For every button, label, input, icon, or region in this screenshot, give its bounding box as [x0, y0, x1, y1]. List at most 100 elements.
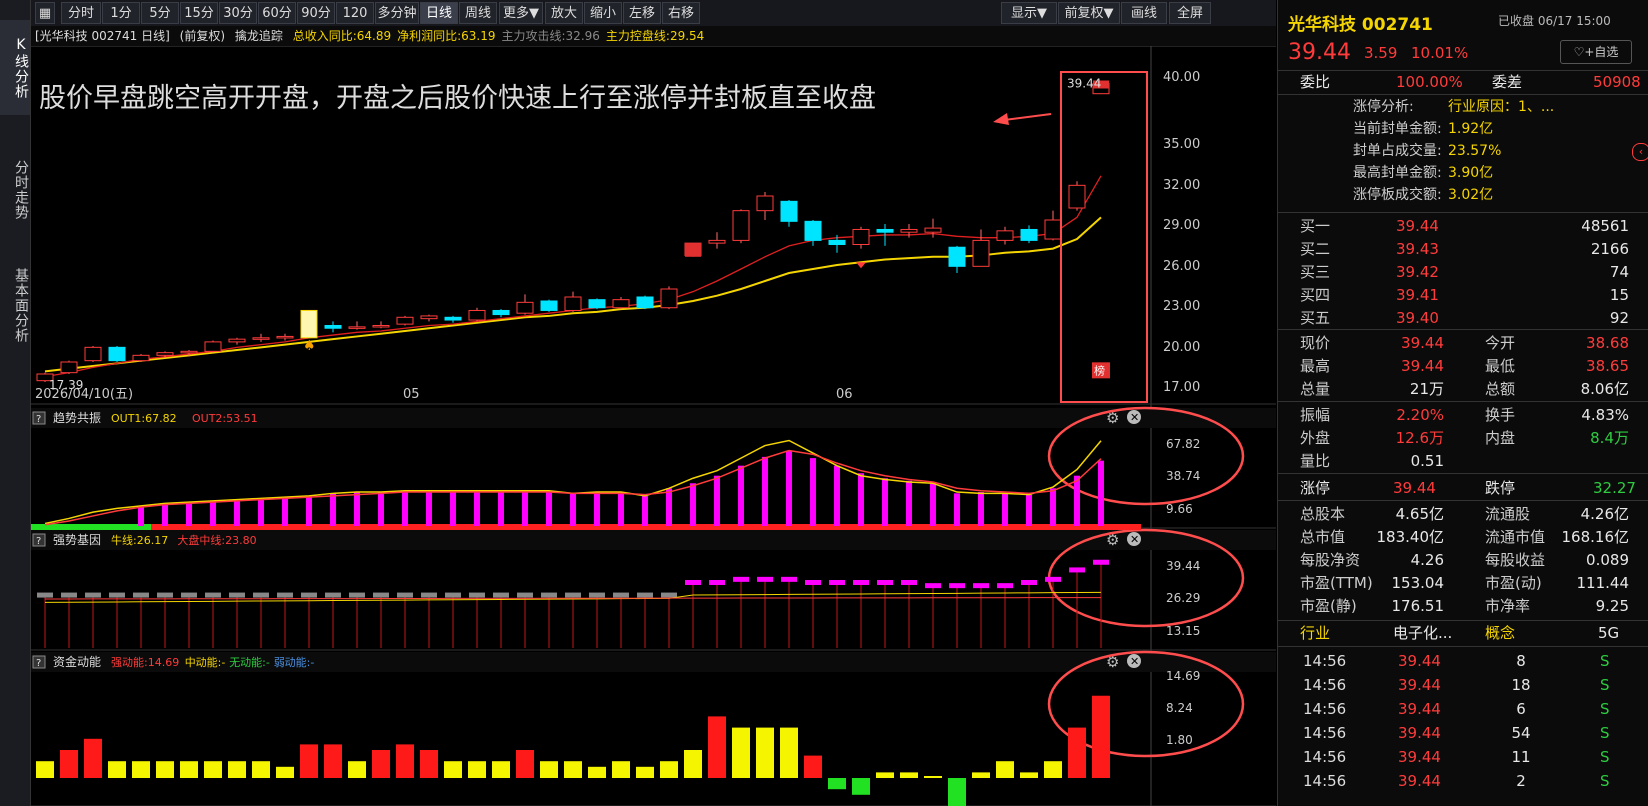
heart-icon: ♡: [1573, 45, 1585, 59]
fund-bar: [1044, 761, 1062, 778]
fund-bar: [756, 727, 774, 778]
strong-bar: [397, 592, 413, 598]
grid-icon[interactable]: ▦: [35, 2, 55, 24]
candle-body: [1068, 184, 1086, 209]
candle-body: [420, 315, 438, 320]
period-button-4[interactable]: 30分: [219, 2, 257, 24]
fund-bar: [828, 778, 846, 790]
price-change: 3.59: [1364, 44, 1398, 62]
fund-bar: [732, 727, 750, 778]
period-button-7[interactable]: 120分: [336, 2, 374, 43]
chevron-left-icon[interactable]: ‹: [1632, 143, 1648, 161]
period-button-10[interactable]: 周线: [459, 2, 497, 24]
indicator-name: 擒龙追踪: [234, 29, 283, 43]
add-watchlist-button[interactable]: ♡+自选: [1560, 40, 1632, 64]
period-button-13[interactable]: 缩小: [584, 2, 622, 24]
candle-body: [828, 239, 846, 245]
stat-row: 市盈(TTM) 153.04 市盈(动) 111.44: [1278, 572, 1648, 594]
stat-row: 振幅 2.20% 换手 4.83%: [1278, 404, 1648, 426]
strong-bar: [517, 592, 533, 598]
tick-side: S: [1600, 772, 1610, 790]
candle-body: [132, 354, 150, 362]
strong-bar: [133, 592, 149, 598]
toolbar-right-1[interactable]: 前复权▼: [1058, 2, 1120, 24]
limit-info-value: 行业原因：1、...: [1448, 99, 1555, 115]
toolbar-right-2[interactable]: 画线: [1121, 2, 1167, 24]
fund-bar: [876, 772, 894, 778]
indicator-axis-0-1: 38.74: [1166, 469, 1200, 483]
stat-value: 153.04: [1391, 574, 1445, 592]
candle-body: [588, 299, 606, 309]
fund-bar: [204, 761, 222, 778]
stat-label-2: 市净率: [1485, 597, 1531, 615]
period-button-11[interactable]: 更多▼: [499, 2, 543, 24]
tab-minute[interactable]: 分时走势: [0, 140, 30, 240]
industry-value[interactable]: 电子化...: [1393, 622, 1452, 644]
webi-label: 委比: [1300, 73, 1331, 91]
concept-value[interactable]: 5G: [1598, 622, 1619, 644]
strong-bar: [253, 592, 269, 598]
stat-label-2: 流通市值: [1485, 528, 1546, 546]
period-button-5[interactable]: 60分: [258, 2, 296, 24]
toolbar: ▦ 分时1分5分15分30分60分90分120分多分钟日线周线更多▼放大缩小左移…: [31, 0, 1276, 43]
trend-bar: [162, 503, 168, 526]
stat-label: 现价: [1300, 334, 1331, 352]
stat-value: 12.6万: [1395, 429, 1444, 447]
period-button-6[interactable]: 90分: [297, 2, 335, 24]
candle-body: [180, 350, 198, 354]
main-info-bar: [光华科技 002741 日线] (前复权) 擒龙追踪 总收入同比:64.89 净…: [31, 26, 1276, 47]
fund-bar: [420, 750, 438, 778]
period-button-3[interactable]: 15分: [180, 2, 218, 24]
limit-info-row: 涨停板成交额: 3.02亿: [1278, 184, 1648, 206]
tick-side: S: [1600, 700, 1610, 718]
tick-row: 14:56 39.44 18 S: [1278, 674, 1648, 696]
industry-label[interactable]: 行业: [1300, 622, 1330, 644]
stat-label-2: 每股收益: [1485, 551, 1546, 569]
indicator-axis-1-2: 13.15: [1166, 624, 1200, 638]
period-button-8[interactable]: 多分钟: [375, 2, 419, 24]
fund-bar: [132, 761, 150, 778]
tick-row: 14:56 39.44 11 S: [1278, 746, 1648, 768]
strong-bar: [325, 592, 341, 598]
stat-row: 量比 0.51: [1278, 450, 1648, 472]
strong-bar: [1093, 559, 1109, 565]
trend-bar: [210, 500, 216, 526]
limit-up-value: 39.44: [1393, 479, 1436, 497]
bid-row: 买三 39.42 74: [1278, 261, 1648, 283]
candle-body: [204, 341, 222, 352]
bid-label: 买二: [1300, 240, 1331, 258]
period-button-9[interactable]: 日线: [420, 2, 458, 24]
fund-bar: [396, 744, 414, 778]
tab-fundamental[interactable]: 基本面分析: [0, 250, 30, 360]
strong-bar: [1045, 576, 1061, 582]
indicator-axis-0-2: 9.66: [1166, 502, 1193, 516]
period-button-1[interactable]: 1分: [102, 2, 140, 24]
fund-bar: [924, 776, 942, 778]
period-button-12[interactable]: 放大: [545, 2, 583, 24]
candle-body: [924, 227, 942, 233]
strong-bar: [661, 592, 677, 598]
candle-body: [372, 325, 390, 328]
strong-bar: [1069, 567, 1085, 573]
trend-bar: [498, 490, 504, 526]
concept-label[interactable]: 概念: [1485, 622, 1515, 644]
candle-body: [660, 288, 678, 309]
period-button-2[interactable]: 5分: [141, 2, 179, 24]
toolbar-right-3[interactable]: 全屏: [1169, 2, 1211, 24]
tab-kline[interactable]: K线分析: [0, 20, 30, 115]
limit-down-value: 32.27: [1593, 479, 1636, 497]
indicator-value-1-1: 大盘中线:23.80: [177, 533, 256, 547]
strong-bar: [181, 592, 197, 598]
period-button-14[interactable]: 左移: [623, 2, 661, 24]
period-button-15[interactable]: 右移: [662, 2, 700, 24]
candle-body: [444, 316, 462, 321]
toolbar-right-0[interactable]: 显示▼: [1001, 2, 1057, 24]
indicator-axis-1-0: 39.44: [1166, 559, 1200, 573]
candle-body: [1044, 219, 1062, 240]
period-button-0[interactable]: 分时: [61, 2, 101, 24]
strong-bar: [901, 580, 917, 585]
stat-row: 市盈(静) 176.51 市净率 9.25: [1278, 595, 1648, 617]
trend-bar: [474, 490, 480, 526]
indicator-value-0-0: OUT1:67.82: [111, 412, 177, 425]
bang-badge-label: 榜: [1094, 363, 1105, 377]
